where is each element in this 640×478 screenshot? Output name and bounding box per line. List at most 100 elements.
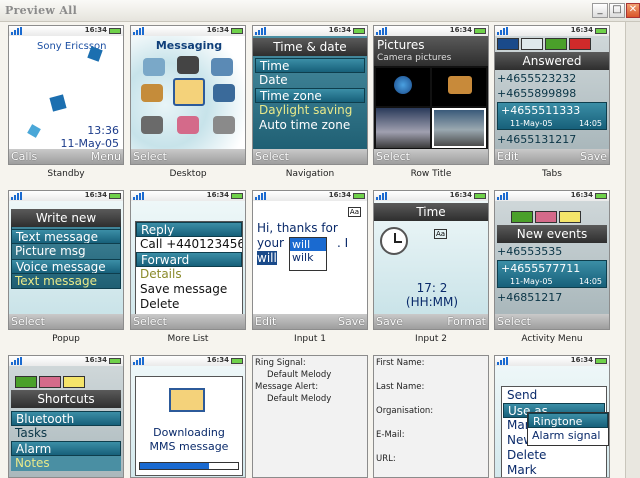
tile-desktop[interactable]: 16:34 Messaging Select Desktop (130, 25, 246, 179)
tab-favourites[interactable] (63, 376, 85, 388)
suggestion-item[interactable]: wilk (290, 251, 326, 264)
softkey-right[interactable]: Menu (91, 150, 121, 163)
tab-favourites[interactable] (559, 211, 581, 223)
phone-icon[interactable] (141, 116, 163, 134)
submenu-ringtone[interactable]: Ringtone (528, 413, 608, 428)
camera-icon[interactable] (177, 56, 199, 74)
close-button[interactable]: ✕ (626, 3, 640, 18)
submenu-alarm-signal[interactable]: Alarm signal (528, 428, 608, 443)
option-send[interactable]: Send (503, 388, 605, 403)
option-delete[interactable]: Delete (503, 448, 605, 463)
tile-navigation[interactable]: 16:34 Time & date Time Date Time zone Da… (252, 25, 368, 179)
tile-ringsignal[interactable]: Ring Signal: Default Melody Message Aler… (252, 355, 368, 478)
menu-item-auto-timezone[interactable]: Auto time zone (255, 118, 365, 133)
minimize-button[interactable]: _ (592, 3, 608, 18)
tile-rowtitle[interactable]: 16:34 Pictures Camera pictures Select Ro… (373, 25, 489, 179)
softkey-left[interactable]: Select (133, 315, 167, 328)
list-item[interactable]: +46553535 (497, 245, 607, 258)
tab-events[interactable] (15, 376, 37, 388)
softkey-left[interactable]: Select (133, 150, 167, 163)
option-mark[interactable]: Mark (503, 463, 605, 477)
tile-input1[interactable]: 16:34 Aa Hi, thanks for your . I will wi… (252, 190, 368, 344)
scrollbar[interactable] (625, 22, 640, 478)
tile-submenu[interactable]: 16:34 Send Use as Man New Delete Mark Ri… (494, 355, 610, 478)
more-item-forward[interactable]: Forward (136, 252, 242, 267)
list-item-selected[interactable]: +4655511333 11-May-05 14:05 (497, 102, 607, 130)
tab-missed[interactable] (569, 38, 591, 50)
picture-thumb[interactable] (376, 68, 430, 106)
menu-item-date[interactable]: Date (255, 73, 365, 88)
popup-item-text2[interactable]: Text message (11, 274, 121, 289)
tab-events[interactable] (511, 211, 533, 223)
status-time: 16:34 (449, 26, 472, 34)
tab-answered[interactable] (521, 38, 543, 50)
picture-thumb-selected[interactable] (432, 108, 486, 148)
softkey-right[interactable]: Save (580, 150, 607, 163)
input-line-1: Hi, thanks for (257, 221, 338, 235)
softkey-left[interactable]: Select (11, 315, 45, 328)
maximize-button[interactable]: □ (609, 3, 625, 18)
screen-input1: 16:34 Aa Hi, thanks for your . I will wi… (252, 190, 368, 330)
suggestion-item[interactable]: will (290, 238, 326, 251)
tab-shortcuts[interactable] (39, 376, 61, 388)
picture-thumb[interactable] (432, 68, 486, 106)
list-item[interactable]: +4655523232 (497, 72, 607, 85)
tile-morelist[interactable]: 16:34 Reply Call +440123456 Forward Deta… (130, 190, 246, 344)
preview-window: Preview All _ □ ✕ 16:34 Sony Ericsson 13… (0, 0, 640, 478)
popup-item-voice[interactable]: Voice message (11, 259, 121, 274)
softkey-left[interactable]: Select (497, 315, 531, 328)
picture-thumb[interactable] (376, 108, 430, 148)
organizer-icon[interactable] (177, 116, 199, 134)
softkey-left[interactable]: Select (376, 150, 410, 163)
internet-icon[interactable] (211, 58, 233, 76)
softkey-left[interactable]: Select (255, 150, 289, 163)
settings-icon[interactable] (213, 116, 235, 134)
media-icon[interactable] (213, 84, 235, 102)
tile-tabs[interactable]: 16:34 Answered +4655523232 +4655899898 +… (494, 25, 610, 179)
tile-activity[interactable]: 16:34 New events +46553535 +4655577711 1… (494, 190, 610, 344)
softkey-left[interactable]: Edit (497, 150, 518, 163)
tile-download[interactable]: 16:34 Downloading MMS message (130, 355, 246, 478)
tab-dialled[interactable] (545, 38, 567, 50)
shortcut-alarm[interactable]: Alarm (11, 441, 121, 456)
more-item-delete[interactable]: Delete (136, 297, 242, 312)
tile-popup[interactable]: 16:34 Write new Text message Picture msg… (8, 190, 124, 344)
label-ring-signal: Ring Signal: (255, 358, 306, 368)
input-current-word[interactable]: will (257, 251, 277, 265)
more-item-reply[interactable]: Reply (136, 222, 242, 237)
softkey-left[interactable]: Save (376, 315, 403, 328)
softkey-left[interactable]: Calls (11, 150, 37, 163)
value-message-alert[interactable]: Default Melody (267, 394, 331, 404)
list-item[interactable]: +4655131217 (497, 133, 607, 146)
menu-item-time[interactable]: Time (255, 58, 365, 73)
tab-all-calls[interactable] (497, 38, 519, 50)
popup-item-text[interactable]: Text message (11, 229, 121, 244)
menu-item-timezone[interactable]: Time zone (255, 88, 365, 103)
popup-item-picture[interactable]: Picture msg (11, 244, 121, 259)
tile-shortcuts[interactable]: 16:34 Shortcuts Bluetooth Tasks Alarm No… (8, 355, 124, 478)
battery-icon (231, 28, 243, 34)
shortcut-tasks[interactable]: Tasks (11, 426, 121, 441)
contacts-icon[interactable] (143, 58, 165, 76)
shortcut-notes[interactable]: Notes (11, 456, 121, 471)
tile-standby[interactable]: 16:34 Sony Ericsson 13:36 11-May-05 Call… (8, 25, 124, 179)
softkey-left[interactable]: Edit (255, 315, 276, 328)
messaging-icon[interactable] (173, 78, 205, 106)
more-item-save[interactable]: Save message (136, 282, 242, 297)
tab-shortcuts[interactable] (535, 211, 557, 223)
time-value[interactable]: 17: 2 (374, 281, 488, 295)
list-item[interactable]: +46851217 (497, 291, 607, 304)
shortcut-bluetooth[interactable]: Bluetooth (11, 411, 121, 426)
status-bar: 16:34 (495, 356, 609, 366)
tile-contact[interactable]: First Name: Last Name: Organisation: E-M… (373, 355, 489, 478)
entertainment-icon[interactable] (141, 84, 163, 102)
value-ring-signal[interactable]: Default Melody (267, 370, 331, 380)
list-item-selected[interactable]: +4655577711 11-May-05 14:05 (497, 260, 607, 288)
more-item-call[interactable]: Call +440123456 (136, 237, 242, 252)
softkey-right[interactable]: Format (447, 315, 486, 328)
menu-item-daylight[interactable]: Daylight saving (255, 103, 365, 118)
softkey-right[interactable]: Save (338, 315, 365, 328)
more-item-details[interactable]: Details (136, 267, 242, 282)
tile-input2[interactable]: 16:34 Time Aa 17: 2 (HH:MM) Save Format … (373, 190, 489, 344)
list-item[interactable]: +4655899898 (497, 87, 607, 100)
